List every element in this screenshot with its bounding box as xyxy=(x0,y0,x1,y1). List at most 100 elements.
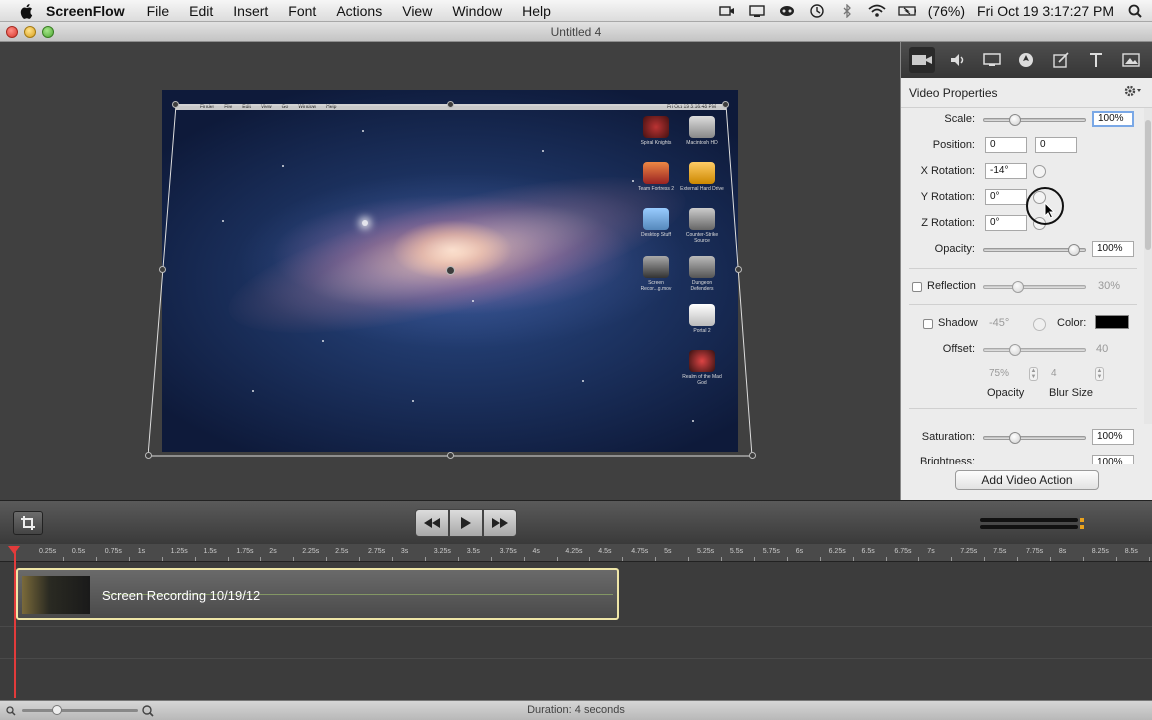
opacity-field[interactable]: 100% xyxy=(1092,241,1134,257)
position-y-field[interactable]: 0 xyxy=(1035,137,1077,153)
crop-tool-button[interactable] xyxy=(13,511,43,535)
saturation-slider[interactable] xyxy=(983,432,1086,444)
screen-recording-icon[interactable] xyxy=(979,47,1005,73)
corner-handle-bottom-right[interactable] xyxy=(749,452,756,459)
y-rotation-label: Y Rotation: xyxy=(920,191,975,203)
shadow-opacity-value[interactable]: 75% xyxy=(989,368,1009,379)
shadow-checkbox[interactable] xyxy=(923,319,933,329)
ruler-tick-mark xyxy=(918,557,920,561)
timeline-tracks[interactable]: Screen Recording 10/19/12 xyxy=(0,562,1152,700)
timeline-ruler[interactable]: 0.25s 0.5s 0.75s 1s 1.25s 1.5s 1.75s 2s 2.25s 2.5… xyxy=(0,544,1152,562)
star xyxy=(362,130,364,132)
play-button[interactable] xyxy=(449,509,483,537)
corner-handle-top-right[interactable] xyxy=(722,101,729,108)
spotlight-search-icon[interactable] xyxy=(1126,3,1144,19)
menu-view[interactable]: View xyxy=(402,3,432,19)
offset-slider[interactable] xyxy=(983,344,1086,356)
screenflow-record-icon[interactable] xyxy=(718,3,736,19)
opacity-slider[interactable] xyxy=(983,244,1086,256)
brightness-field[interactable]: 100% xyxy=(1092,455,1134,464)
edge-handle-bottom[interactable] xyxy=(447,452,454,459)
blur-size-value[interactable]: 4 xyxy=(1051,368,1057,379)
add-video-action-button[interactable]: Add Video Action xyxy=(955,470,1099,490)
desktop-icon-label: External Hard Drive xyxy=(680,186,724,192)
battery-icon[interactable] xyxy=(898,3,916,19)
z-rotation-field[interactable]: 0° xyxy=(985,215,1027,231)
window-minimize-button[interactable] xyxy=(24,26,36,38)
display-icon[interactable] xyxy=(748,3,766,19)
audio-properties-icon[interactable] xyxy=(944,47,970,73)
opacity-slider-knob[interactable] xyxy=(1067,244,1080,256)
edge-handle-top[interactable] xyxy=(447,101,454,108)
inspector-gear-menu-icon[interactable] xyxy=(1124,85,1144,100)
inspector-scroll-thumb[interactable] xyxy=(1145,120,1151,250)
rewind-icon xyxy=(424,518,440,528)
corner-handle-top-left[interactable] xyxy=(172,101,179,108)
shadow-angle-dial[interactable] xyxy=(1033,318,1046,331)
wifi-icon[interactable] xyxy=(868,3,886,19)
desktop-icon-label: Dungeon Defenders xyxy=(690,280,714,292)
inspector-body[interactable]: Scale: 100% Position: 0 0 X Rotation: -1… xyxy=(901,108,1152,424)
callout-properties-icon[interactable] xyxy=(1013,47,1039,73)
inspector-header: Video Properties xyxy=(901,78,1152,108)
saturation-field[interactable]: 100% xyxy=(1092,429,1134,445)
position-x-field[interactable]: 0 xyxy=(985,137,1027,153)
menu-clock[interactable]: Fri Oct 19 3:17:27 PM xyxy=(977,3,1114,19)
reflection-checkbox[interactable] xyxy=(912,282,922,292)
saturation-slider-knob[interactable] xyxy=(1008,432,1021,444)
menu-app-name[interactable]: ScreenFlow xyxy=(46,3,125,19)
window-close-button[interactable] xyxy=(6,26,18,38)
edge-handle-right[interactable] xyxy=(735,266,742,273)
ruler-tick-label: 4.5s xyxy=(598,548,612,555)
blur-size-stepper[interactable]: ▲ ▼ xyxy=(1095,367,1104,381)
annotations-icon[interactable] xyxy=(1048,47,1074,73)
ruler-tick-label: 5s xyxy=(664,548,672,555)
edge-handle-left[interactable] xyxy=(159,266,166,273)
menu-insert[interactable]: Insert xyxy=(233,3,268,19)
reflection-slider-knob[interactable] xyxy=(1012,281,1025,293)
menu-edit[interactable]: Edit xyxy=(189,3,213,19)
game-controller-icon[interactable] xyxy=(778,3,796,19)
x-rotation-dial[interactable] xyxy=(1033,165,1046,178)
bluetooth-icon[interactable] xyxy=(838,3,856,19)
timeline-clip[interactable]: Screen Recording 10/19/12 xyxy=(16,568,619,620)
window-title-bar[interactable]: Untitled 4 xyxy=(0,22,1152,42)
menu-window[interactable]: Window xyxy=(452,3,502,19)
ruler-tick-label: 7.75s xyxy=(1026,548,1044,555)
shadow-angle-value[interactable]: -45° xyxy=(989,317,1009,329)
shadow-opacity-stepper[interactable]: ▲ ▼ xyxy=(1029,367,1038,381)
status-bar: Duration: 4 seconds xyxy=(0,700,1152,720)
apple-menu-icon[interactable] xyxy=(18,2,36,20)
playhead[interactable] xyxy=(14,546,16,698)
ruler-tick-mark xyxy=(1148,557,1150,561)
shadow-color-swatch[interactable] xyxy=(1095,315,1129,329)
rewind-button[interactable] xyxy=(415,509,449,537)
offset-slider-knob[interactable] xyxy=(1008,344,1021,356)
menu-font[interactable]: Font xyxy=(288,3,316,19)
window-zoom-button[interactable] xyxy=(42,26,54,38)
scale-slider[interactable] xyxy=(983,114,1086,126)
media-library-icon[interactable] xyxy=(1118,47,1144,73)
menu-actions[interactable]: Actions xyxy=(336,3,382,19)
inspector-toolbar xyxy=(901,42,1152,78)
corner-handle-bottom-left[interactable] xyxy=(145,452,152,459)
text-properties-icon[interactable] xyxy=(1083,47,1109,73)
ruler-tick-label: 8.5s xyxy=(1124,548,1138,555)
ruler-tick-label: 1.25s xyxy=(170,548,188,555)
inspector-scrollbar[interactable] xyxy=(1144,108,1152,424)
canvas-area[interactable]: Finder File Edit View Go Window Help Fri… xyxy=(0,42,900,500)
fast-forward-button[interactable] xyxy=(483,509,517,537)
menu-file[interactable]: File xyxy=(147,3,170,19)
scale-slider-knob[interactable] xyxy=(1008,114,1021,126)
scale-field[interactable]: 100% xyxy=(1092,111,1134,127)
video-properties-icon[interactable] xyxy=(909,47,936,73)
x-rotation-field[interactable]: -14° xyxy=(985,163,1027,179)
y-rotation-field[interactable]: 0° xyxy=(985,189,1027,205)
ruler-tick-mark xyxy=(326,557,328,561)
menu-help[interactable]: Help xyxy=(522,3,551,19)
bright-star xyxy=(362,220,368,226)
separator xyxy=(909,304,1137,305)
reflection-slider[interactable] xyxy=(983,281,1086,293)
center-anchor-handle[interactable] xyxy=(446,266,455,275)
time-machine-icon[interactable] xyxy=(808,3,826,19)
